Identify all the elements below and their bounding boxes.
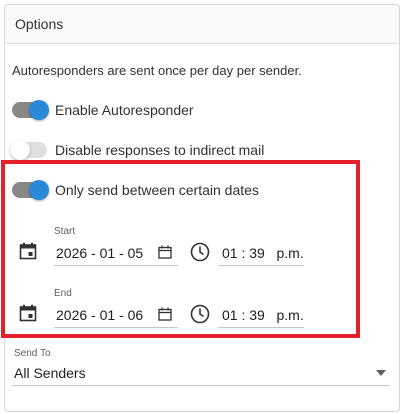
send-to-dropdown[interactable]: All Senders: [12, 360, 390, 386]
date-picker-icon[interactable]: [158, 307, 172, 326]
clock-icon[interactable]: [190, 242, 210, 267]
end-datetime-row: End 2026 - 01 - 06 01 : 39 p.m.: [16, 288, 316, 328]
toggle-knob: [29, 180, 49, 200]
disable-indirect-toggle[interactable]: [10, 140, 47, 160]
end-time-input[interactable]: 01 : 39 p.m.: [218, 302, 304, 328]
end-date-input[interactable]: 2026 - 01 - 06: [54, 302, 178, 328]
chevron-down-icon[interactable]: [376, 370, 386, 376]
start-label: Start: [54, 226, 76, 237]
start-time-value: 01 : 39 p.m.: [222, 245, 304, 261]
clock-icon[interactable]: [190, 304, 210, 329]
enable-autoresponder-toggle[interactable]: [12, 100, 49, 120]
enable-autoresponder-label: Enable Autoresponder: [55, 102, 194, 118]
toggle-knob: [29, 100, 49, 120]
date-range-label: Only send between certain dates: [55, 182, 259, 198]
calendar-icon[interactable]: [19, 242, 37, 265]
end-time-value: 01 : 39 p.m.: [222, 307, 304, 323]
calendar-icon[interactable]: [19, 304, 37, 327]
start-date-value: 2026 - 01 - 05: [56, 245, 144, 261]
start-date-input[interactable]: 2026 - 01 - 05: [54, 240, 178, 266]
start-time-input[interactable]: 01 : 39 p.m.: [218, 240, 304, 266]
start-datetime-row: Start 2026 - 01 - 05 01 : 39 p.m.: [16, 226, 316, 266]
send-to-label: Send To: [14, 348, 51, 359]
end-date-value: 2026 - 01 - 06: [56, 307, 144, 323]
panel-title: Options: [15, 16, 64, 32]
info-text: Autoresponders are sent once per day per…: [12, 63, 302, 78]
panel-header: Options: [5, 5, 399, 44]
send-to-value: All Senders: [14, 365, 86, 381]
disable-indirect-label: Disable responses to indirect mail: [55, 142, 265, 158]
date-range-toggle[interactable]: [12, 180, 49, 200]
end-label: End: [54, 288, 72, 299]
date-picker-icon[interactable]: [158, 245, 172, 264]
toggle-knob: [10, 140, 30, 160]
